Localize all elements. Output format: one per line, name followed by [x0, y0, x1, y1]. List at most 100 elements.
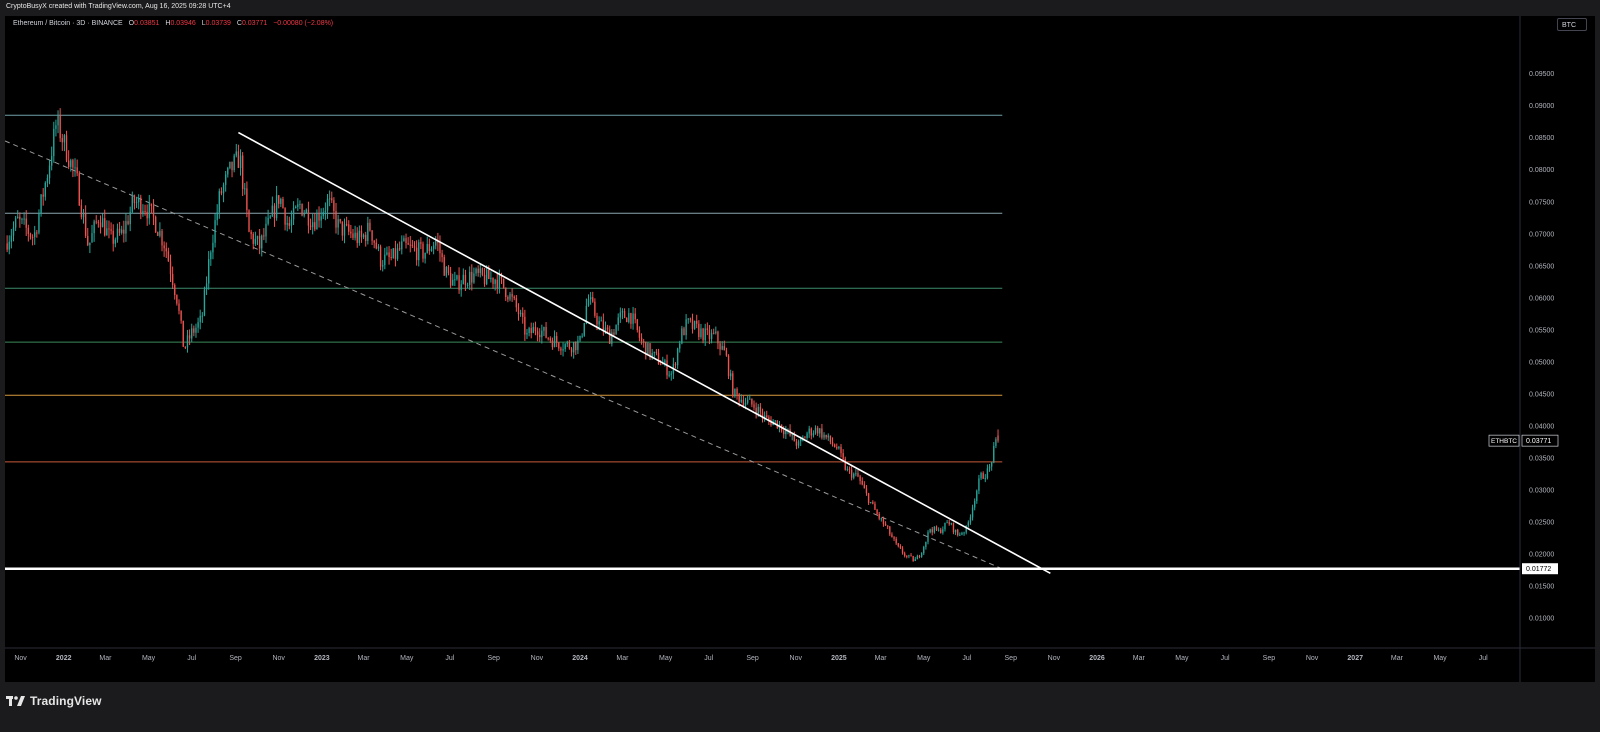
candle — [445, 266, 448, 278]
candle-body — [76, 167, 78, 174]
candle — [971, 504, 974, 521]
candle — [833, 443, 836, 448]
last-price-symbol: ETHBTC — [1491, 438, 1517, 445]
candle-body — [104, 218, 106, 236]
x-tick-label: May — [1175, 655, 1189, 662]
candle — [343, 218, 346, 244]
candle — [903, 551, 906, 558]
candle — [89, 242, 91, 254]
candle — [490, 271, 492, 283]
candle-body — [112, 230, 114, 244]
candle-body — [6, 243, 8, 250]
candle — [549, 336, 552, 343]
candle — [797, 439, 800, 449]
candle-body — [435, 240, 437, 246]
candle-body — [581, 335, 583, 337]
candle-body — [345, 224, 348, 226]
candle-body — [460, 284, 462, 291]
candle-body — [732, 373, 734, 397]
candle-body — [689, 318, 692, 320]
candle-body — [439, 242, 441, 254]
candle — [496, 272, 498, 294]
candle-body — [203, 289, 206, 316]
price-chart[interactable]: 0.09500 0.09000 0.08500 0.08000 0.07500 0.070… — [5, 16, 1595, 682]
candle — [324, 202, 327, 221]
candle — [914, 556, 916, 562]
candle — [267, 209, 269, 226]
candle-body — [522, 312, 524, 317]
candle-body — [167, 251, 170, 262]
candle — [184, 346, 187, 350]
candle — [995, 437, 997, 449]
candle-body — [766, 415, 768, 418]
candle-body — [466, 284, 469, 286]
candle — [426, 236, 428, 254]
candle-body — [246, 188, 248, 211]
candle — [31, 234, 34, 246]
candle — [443, 254, 445, 276]
candle-body — [318, 213, 320, 221]
candle-body — [721, 346, 723, 350]
x-tick-label: Sep — [1263, 655, 1276, 662]
candle — [842, 449, 844, 461]
y-tick-label: 0.08500 — [1529, 135, 1554, 142]
candle — [299, 200, 301, 210]
candle — [812, 430, 815, 438]
candle — [619, 307, 622, 323]
candle-body — [908, 555, 910, 557]
candle-body — [341, 221, 344, 236]
tradingview-logo[interactable]: TradingView — [6, 693, 102, 709]
candle — [348, 220, 350, 236]
candle — [19, 212, 21, 228]
candle-body — [740, 399, 742, 402]
x-tick-label: Sep — [1005, 655, 1018, 662]
candle — [566, 340, 568, 348]
candle-body — [193, 328, 195, 333]
candle — [664, 358, 666, 367]
candle-body — [146, 211, 148, 219]
candle-body — [647, 343, 649, 356]
candle — [275, 185, 278, 221]
candle — [912, 555, 914, 562]
candle-body — [473, 273, 475, 283]
candle — [435, 236, 437, 250]
candle-body — [99, 222, 102, 228]
candle — [127, 215, 129, 226]
candle-body — [65, 135, 68, 161]
candle — [572, 341, 575, 359]
change-value: −0.00080 (−2.08%) — [273, 20, 334, 27]
candle-body — [952, 523, 955, 533]
x-tick-label: May — [142, 655, 156, 662]
candle-body — [386, 252, 388, 255]
currency-button[interactable]: BTC — [1557, 18, 1587, 31]
candle-body — [859, 476, 861, 481]
candle-body — [188, 335, 191, 339]
candle — [261, 234, 263, 257]
candle-body — [250, 231, 252, 235]
candle-body — [634, 313, 636, 320]
candle-body — [163, 245, 165, 249]
candle — [392, 247, 394, 259]
candle-body — [34, 232, 36, 238]
candle-body — [630, 313, 632, 324]
candle-body — [812, 433, 815, 436]
candle-body — [511, 293, 513, 297]
candle-body — [795, 441, 798, 446]
candle-body — [844, 458, 846, 470]
candle-body — [676, 348, 679, 366]
candle-body — [426, 243, 428, 253]
candle-body — [447, 266, 450, 274]
candle — [269, 214, 271, 219]
candle-body — [430, 248, 433, 252]
candle-body — [619, 312, 622, 318]
candle — [458, 267, 460, 294]
candle — [749, 394, 751, 400]
candle-body — [719, 343, 721, 350]
chart-panel[interactable]: 0.09500 0.09000 0.08500 0.08000 0.07500 0.070… — [5, 16, 1595, 682]
x-tick-label: Nov — [790, 655, 803, 662]
candle-body — [857, 473, 859, 477]
candle-body — [814, 427, 817, 434]
candle — [390, 248, 392, 261]
candle-body — [681, 328, 683, 344]
candle — [836, 443, 838, 450]
